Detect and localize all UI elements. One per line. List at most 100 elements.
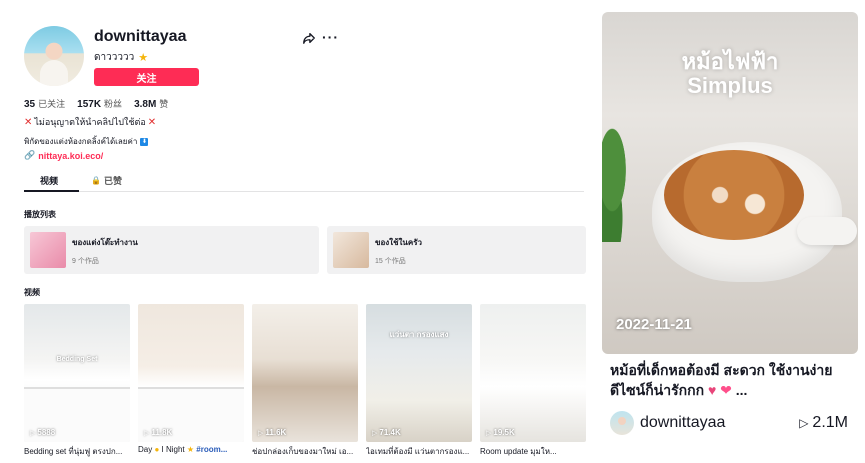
hearts-emoji-icon: ❤ — [720, 382, 732, 398]
profile-tabs: 视频 🔒 已赞 — [24, 170, 584, 192]
playlist-thumbnail — [30, 232, 66, 268]
followers-stat[interactable]: 157K 粉丝 — [77, 97, 122, 110]
playlist-name: ของแต่งโต๊ะทำงาน — [72, 238, 138, 247]
video-thumbnail[interactable]: ▷ 11.8K — [138, 304, 244, 442]
play-icon: ▷ — [799, 416, 809, 430]
tab-videos[interactable]: 视频 — [40, 174, 58, 187]
more-options-icon[interactable]: ··· — [322, 29, 339, 45]
video-caption[interactable]: Room update มุมให... — [480, 445, 586, 458]
video-item[interactable]: ▷ 11.6K ช่อปกล่องเก็บของมาใหม่ เอ... — [252, 304, 358, 458]
view-count: ▷ 11.8K — [144, 428, 172, 437]
video-thumbnail[interactable]: ▷ 19.5K — [480, 304, 586, 442]
pot-handle-image — [797, 217, 857, 245]
play-icon: ▷ — [372, 429, 378, 437]
featured-title-line-1: หม้อไฟฟ้า — [681, 49, 779, 74]
lock-icon: 🔒 — [91, 176, 101, 185]
active-tab-indicator — [24, 190, 79, 192]
profile-nickname: ดาววววว ★ — [94, 50, 148, 65]
play-icon: ▷ — [30, 429, 36, 437]
bio-line-2-text: พิกัดของแต่งห้องกดลิ้งค์ได้เลยค่า — [24, 137, 138, 146]
video-item[interactable]: ▷ 19.5K Room update มุมให... — [480, 304, 586, 458]
video-thumbnail[interactable]: แว่นตา กรองแสง ▷ 71.4K — [366, 304, 472, 442]
caption-text: I Night — [159, 445, 187, 454]
view-count-text: 71.4K — [379, 428, 401, 437]
view-count: ▷ 19.5K — [486, 428, 515, 437]
star-icon: ★ — [138, 52, 149, 64]
thumbnail-overlay-text: แว่นตา กรองแสง — [389, 330, 449, 339]
play-icon: ▷ — [258, 429, 264, 437]
video-caption[interactable]: Day ● I Night ★ #room... — [138, 445, 244, 454]
down-arrow-emoji-icon: ⬇ — [140, 137, 149, 146]
video-caption[interactable]: ไอเทมที่ต้องมี แว่นตากรองแ... — [366, 445, 472, 458]
playlist-name: ของใช้ในครัว — [375, 238, 423, 247]
featured-author-row: downittayaa ▷ 2.1M — [610, 410, 860, 436]
following-label: 已关注 — [38, 99, 66, 109]
video-item[interactable]: Bedding Set ▷ 5888 Bedding set ที่นุ่มฟู … — [24, 304, 130, 458]
video-caption[interactable]: Bedding set ที่นุ่มฟู ตรงปก... — [24, 445, 130, 458]
view-count: ▷ 71.4K — [372, 428, 401, 437]
followers-count: 157K — [77, 99, 102, 110]
link-icon: 🔗 — [24, 150, 36, 160]
view-count: ▷ 5888 — [30, 428, 55, 437]
cross-mark-icon: ✕ — [24, 116, 33, 128]
follow-button[interactable]: 关注 — [94, 68, 199, 86]
view-count: ▷ 11.6K — [258, 428, 286, 437]
featured-video-card[interactable]: หม้อไฟฟ้า Simplus 2022-11-21 — [602, 12, 858, 354]
star-emoji-icon: ★ — [186, 445, 195, 454]
soup-image — [664, 150, 804, 240]
play-icon: ▷ — [144, 429, 150, 437]
featured-views: ▷ 2.1M — [799, 414, 848, 432]
playlists-title: 播放列表 — [24, 210, 56, 219]
featured-overlay-title: หม้อไฟฟ้า Simplus — [602, 50, 858, 98]
tab-liked-label: 已赞 — [103, 176, 122, 186]
nickname-text: ดาววววว — [94, 52, 135, 63]
video-item[interactable]: ▷ 11.8K Day ● I Night ★ #room... — [138, 304, 244, 458]
bio-line-1: ✕ ไม่อนุญาตให้นำคลิปไปใช้ต่อ ✕ — [24, 115, 156, 129]
featured-description[interactable]: หม้อที่เด็กหอต้องมี สะดวก ใช้งานง่าย ดีไ… — [610, 360, 860, 400]
caption-hashtag[interactable]: #room... — [196, 445, 227, 454]
cross-mark-icon: ✕ — [147, 116, 157, 128]
featured-title-line-2: Simplus — [687, 73, 773, 98]
featured-views-text: 2.1M — [812, 414, 848, 431]
profile-link[interactable]: 🔗 nittaya.koi.eco/ — [24, 150, 103, 161]
followers-label: 粉丝 — [104, 99, 123, 109]
profile-panel: downittayaa ดาววววว ★ 关注 ··· 35 已关注 157K 粉… — [0, 0, 598, 463]
play-icon: ▷ — [486, 429, 492, 437]
likes-label: 赞 — [159, 99, 169, 109]
tiktok-profile-page: downittayaa ดาววววว ★ 关注 ··· 35 已关注 157K 粉… — [0, 0, 865, 463]
video-item[interactable]: แว่นตา กรองแสง ▷ 71.4K ไอเทมที่ต้องมี แว่… — [366, 304, 472, 458]
bio-line-1-text: ไม่อนุญาตให้นำคลิปไปใช้ต่อ — [34, 117, 146, 127]
videos-title: 视频 — [24, 288, 40, 297]
profile-avatar[interactable] — [24, 26, 84, 86]
author-name[interactable]: downittayaa — [640, 414, 725, 432]
video-thumbnail[interactable]: Bedding Set ▷ 5888 — [24, 304, 130, 442]
playlist-thumbnail — [333, 232, 369, 268]
bio-line-2: พิกัดของแต่งห้องกดลิ้งค์ได้เลยค่า ⬇ — [24, 135, 149, 148]
profile-stats: 35 已关注 157K 粉丝 3.8M 赞 — [24, 97, 168, 110]
caption-text: Day — [138, 445, 155, 454]
view-count-text: 5888 — [37, 428, 56, 437]
video-thumbnail[interactable]: ▷ 11.6K — [252, 304, 358, 442]
featured-description-ellipsis: ... — [735, 382, 748, 398]
author-avatar[interactable] — [610, 411, 634, 435]
heart-emoji-icon: ♥ — [707, 382, 717, 398]
following-count: 35 — [24, 99, 36, 110]
playlist-count: 15 个作品 — [375, 258, 406, 265]
playlist-count: 9 个作品 — [72, 258, 99, 265]
likes-stat: 3.8M 赞 — [134, 97, 168, 110]
view-count-text: 11.6K — [265, 428, 287, 437]
likes-count: 3.8M — [134, 99, 157, 110]
profile-link-text: nittaya.koi.eco/ — [38, 150, 104, 161]
share-icon[interactable] — [302, 31, 316, 45]
view-count-text: 11.8K — [151, 428, 173, 437]
following-stat[interactable]: 35 已关注 — [24, 97, 65, 110]
plant-decoration — [602, 122, 636, 242]
thumbnail-overlay-text: Bedding Set — [56, 356, 98, 363]
video-grid: Bedding Set ▷ 5888 Bedding set ที่นุ่มฟู … — [24, 304, 586, 458]
playlist-card[interactable]: ของใช้ในครัว 15 个作品 — [327, 226, 586, 274]
view-count-text: 19.5K — [493, 428, 515, 437]
tab-liked[interactable]: 🔒 已赞 — [91, 174, 122, 187]
video-caption[interactable]: ช่อปกล่องเก็บของมาใหม่ เอ... — [252, 445, 358, 458]
featured-date: 2022-11-21 — [616, 316, 692, 333]
playlist-card[interactable]: ของแต่งโต๊ะทำงาน 9 个作品 — [24, 226, 319, 274]
